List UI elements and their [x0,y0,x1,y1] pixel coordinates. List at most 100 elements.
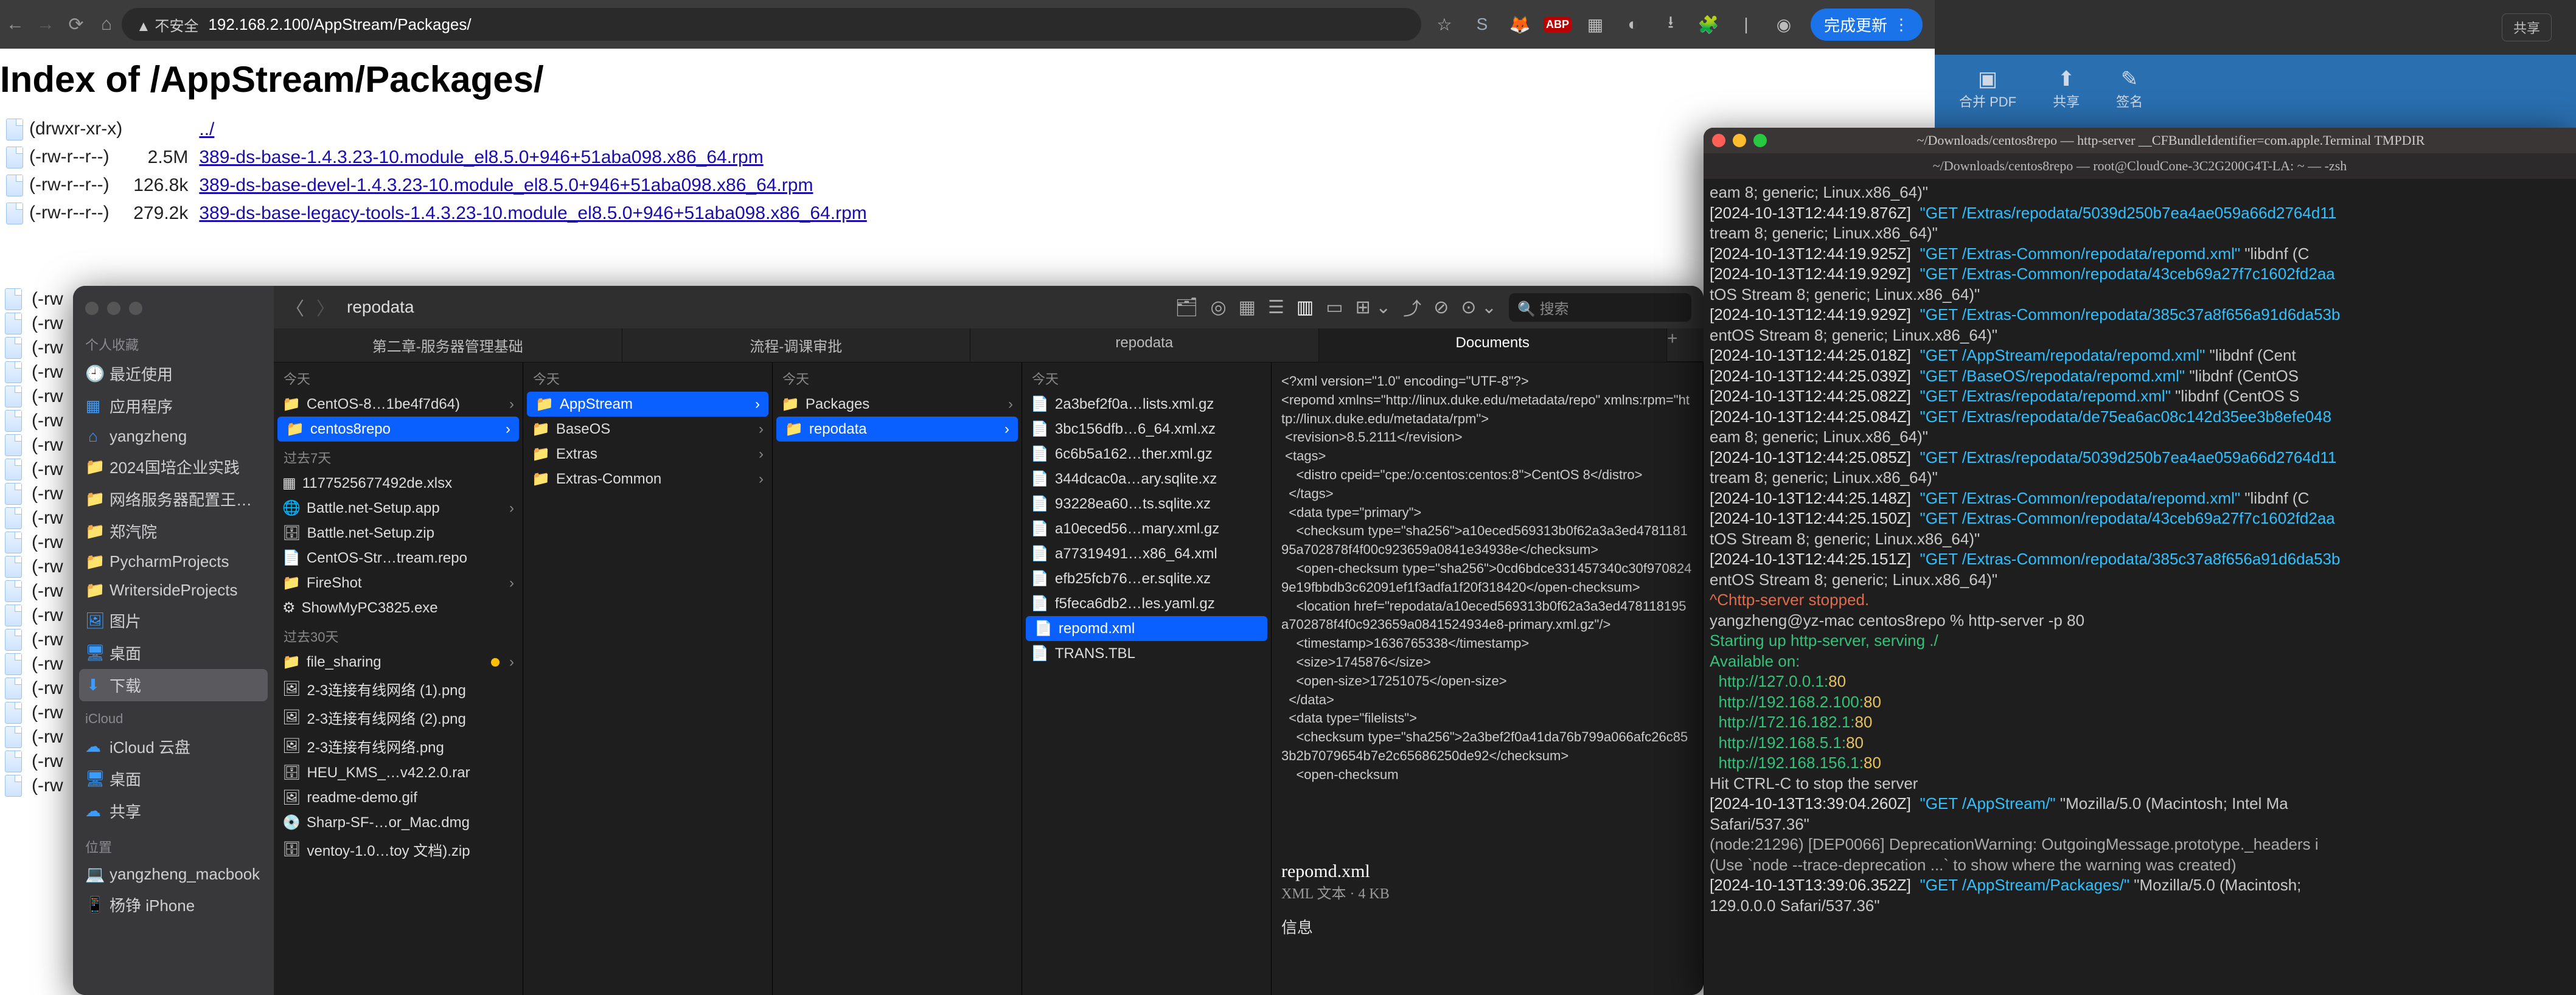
col-row[interactable]: 📄a10eced56…mary.xml.gz [1022,516,1271,541]
list-view-icon[interactable]: ☰ [1268,297,1284,318]
star-icon[interactable]: ☆ [1433,13,1455,35]
col-row[interactable]: ▦1177525677492de.xlsx [274,471,523,496]
sidebar-item[interactable]: 📁WritersideProjects [73,576,274,605]
bg-icon-sign[interactable]: ✎签名 [2116,67,2143,111]
gallery-view-icon[interactable]: ▭ [1326,297,1343,318]
col-row[interactable]: 🗄HEU_KMS_…v42.2.0.rar [274,760,523,785]
nav-back-icon[interactable]: 〈 [286,294,304,321]
address-bar[interactable]: ▲ 不安全 192.168.2.100/AppStream/Packages/ [122,8,1421,41]
col-row[interactable]: 📁BaseOS› [523,417,772,442]
col-row[interactable]: 📄efb25fcb76…er.sqlite.xz [1022,566,1271,591]
download-icon[interactable]: ⭳ [1660,13,1682,35]
col-row[interactable]: 📁file_sharing› [274,650,523,674]
share-icon[interactable]: ⤴ [1403,294,1421,321]
reload-button[interactable]: ⟳ [61,14,91,35]
sidebar-item[interactable]: ⌂yangzheng [73,422,274,451]
col-row[interactable]: 📄repomd.xml [1026,616,1267,641]
sidebar-item[interactable]: ⬇下载 [79,669,268,701]
finder-search[interactable]: 🔍 搜索 [1509,293,1691,322]
bg-icon-share[interactable]: ⬆共享 [2053,67,2080,111]
col-row[interactable]: 📁Extras-Common› [523,466,772,491]
sidebar-item[interactable]: 🕘最近使用 [73,358,274,390]
col-row[interactable]: 📁Packages› [773,392,1022,417]
finder-col-3[interactable]: 今天📁Packages›📁repodata› [773,362,1022,995]
file-link[interactable]: ../ [199,119,214,139]
col-row[interactable]: 📄f5feca6db2…les.yaml.gz [1022,591,1271,616]
sidebar-item[interactable]: 🖥桌面 [73,763,274,795]
tag-icon[interactable]: ⊘ [1433,297,1449,318]
col-row[interactable]: 📄CentOS-Str…tream.repo [274,546,523,570]
sidebar-item[interactable]: 🖥桌面 [73,637,274,669]
col-row[interactable]: 🖼2-3连接有线网络.png [274,732,523,760]
sidebar-item[interactable]: 💻yangzheng_macbook [73,860,274,889]
bg-icon-merge-pdf[interactable]: ▣合并 PDF [1959,67,2016,111]
file-link[interactable]: 389-ds-base-legacy-tools-1.4.3.23-10.mod… [199,203,866,223]
col-row[interactable]: 📁AppStream› [527,392,768,417]
finder-tab[interactable]: Documents [1319,328,1668,362]
sidebar-item[interactable]: 📱杨铮 iPhone [73,889,274,921]
sidebar-item[interactable]: 🖼图片 [73,605,274,637]
col-row[interactable]: 🗄Battle.net-Setup.zip [274,521,523,546]
terminal-body[interactable]: eam 8; generic; Linux.x86_64)" [2024-10-… [1704,179,2576,920]
col-row[interactable]: 📁FireShot› [274,570,523,595]
airdrop-icon[interactable]: ◎ [1210,297,1226,318]
ext-s-icon[interactable]: S [1471,13,1493,35]
col-row[interactable]: 📄2a3bef2f0a…lists.xml.gz [1022,392,1271,417]
sidebar-item[interactable]: 📁网络服务器配置王… [73,483,274,515]
close-icon[interactable] [85,302,99,315]
col-row[interactable]: 🗄ventoy-1.0…toy 文档).zip [274,835,523,864]
finder-col-1[interactable]: 今天📁CentOS-8…1be4f7d64)›📁centos8repo›过去7天… [274,362,523,995]
ext-grid-icon[interactable]: ▦ [1584,13,1606,35]
terminal-tab[interactable]: ~/Downloads/centos8repo — root@CloudCone… [1704,153,2576,179]
col-row[interactable]: 📄6c6b5a162…ther.xml.gz [1022,442,1271,466]
col-row[interactable]: 📁repodata› [776,417,1018,442]
sidebar-item[interactable]: 📁PycharmProjects [73,547,274,576]
grid-view-icon[interactable]: ▦ [1239,297,1256,318]
zoom-icon[interactable] [1753,134,1767,147]
finder-tab[interactable]: 第二章-服务器管理基础 [274,328,622,362]
col-row[interactable]: 📄3bc156dfb…6_64.xml.xz [1022,417,1271,442]
folder-tray-icon[interactable]: 🗂 [1175,297,1198,318]
col-row[interactable]: 📄344dcac0a…ary.sqlite.xz [1022,466,1271,491]
update-button[interactable]: 完成更新 ⋮ [1811,9,1923,41]
minimize-icon[interactable] [1733,134,1746,147]
sidebar-item[interactable]: ▦应用程序 [73,390,274,422]
col-row[interactable]: 📄a77319491…x86_64.xml [1022,541,1271,566]
file-link[interactable]: 389-ds-base-devel-1.4.3.23-10.module_el8… [199,175,813,195]
col-row[interactable]: 💿Sharp-SF-…or_Mac.dmg [274,810,523,835]
col-row[interactable]: ⚙ShowMyPC3825.exe [274,595,523,620]
col-row[interactable]: 📄TRANS.TBL [1022,641,1271,666]
col-row[interactable]: 🖼2-3连接有线网络 (1).png [274,674,523,703]
back-button[interactable]: ← [0,14,30,35]
ext-fox-icon[interactable]: 🦊 [1509,13,1531,35]
extensions-icon[interactable]: 🧩 [1697,13,1719,35]
finder-col-2[interactable]: 今天📁AppStream›📁BaseOS›📁Extras›📁Extras-Com… [523,362,773,995]
finder-tab[interactable]: repodata [970,328,1319,362]
sidebar-item[interactable]: ☁共享 [73,795,274,827]
sidebar-item[interactable]: 📁郑汽院 [73,515,274,547]
group-icon[interactable]: ⊞ ⌄ [1356,297,1391,318]
bg-share-button[interactable]: 共享 [2502,13,2552,41]
sidebar-item[interactable]: ☁iCloud 云盘 [73,730,274,763]
col-row[interactable]: 🌐Battle.net-Setup.app› [274,496,523,521]
home-button[interactable]: ⌂ [91,14,122,35]
profile-icon[interactable]: ◉ [1773,13,1795,35]
col-row[interactable]: 🖼readme-demo.gif [274,785,523,810]
finder-col-4[interactable]: 今天📄2a3bef2f0a…lists.xml.gz📄3bc156dfb…6_6… [1022,362,1272,995]
window-controls[interactable] [73,292,274,325]
col-row[interactable]: 📁CentOS-8…1be4f7d64)› [274,392,523,417]
col-row[interactable]: 📄93228ea60…ts.sqlite.xz [1022,491,1271,516]
file-link[interactable]: 389-ds-base-1.4.3.23-10.module_el8.5.0+9… [199,147,763,167]
col-row[interactable]: 🖼2-3连接有线网络 (2).png [274,703,523,732]
zoom-icon[interactable] [129,302,142,315]
minimize-icon[interactable] [107,302,120,315]
close-icon[interactable] [1712,134,1725,147]
col-row[interactable]: 📁centos8repo› [277,417,519,442]
add-tab-button[interactable]: + [1667,328,1704,362]
finder-tab[interactable]: 流程-调课审批 [622,328,971,362]
ext-misc-icon[interactable]: ◐ [1622,13,1644,35]
forward-button[interactable]: → [30,14,61,35]
column-view-icon[interactable]: ▥ [1297,297,1314,318]
sidebar-item[interactable]: 📁2024国培企业实践 [73,451,274,483]
abp-icon[interactable]: ABP [1547,13,1568,35]
